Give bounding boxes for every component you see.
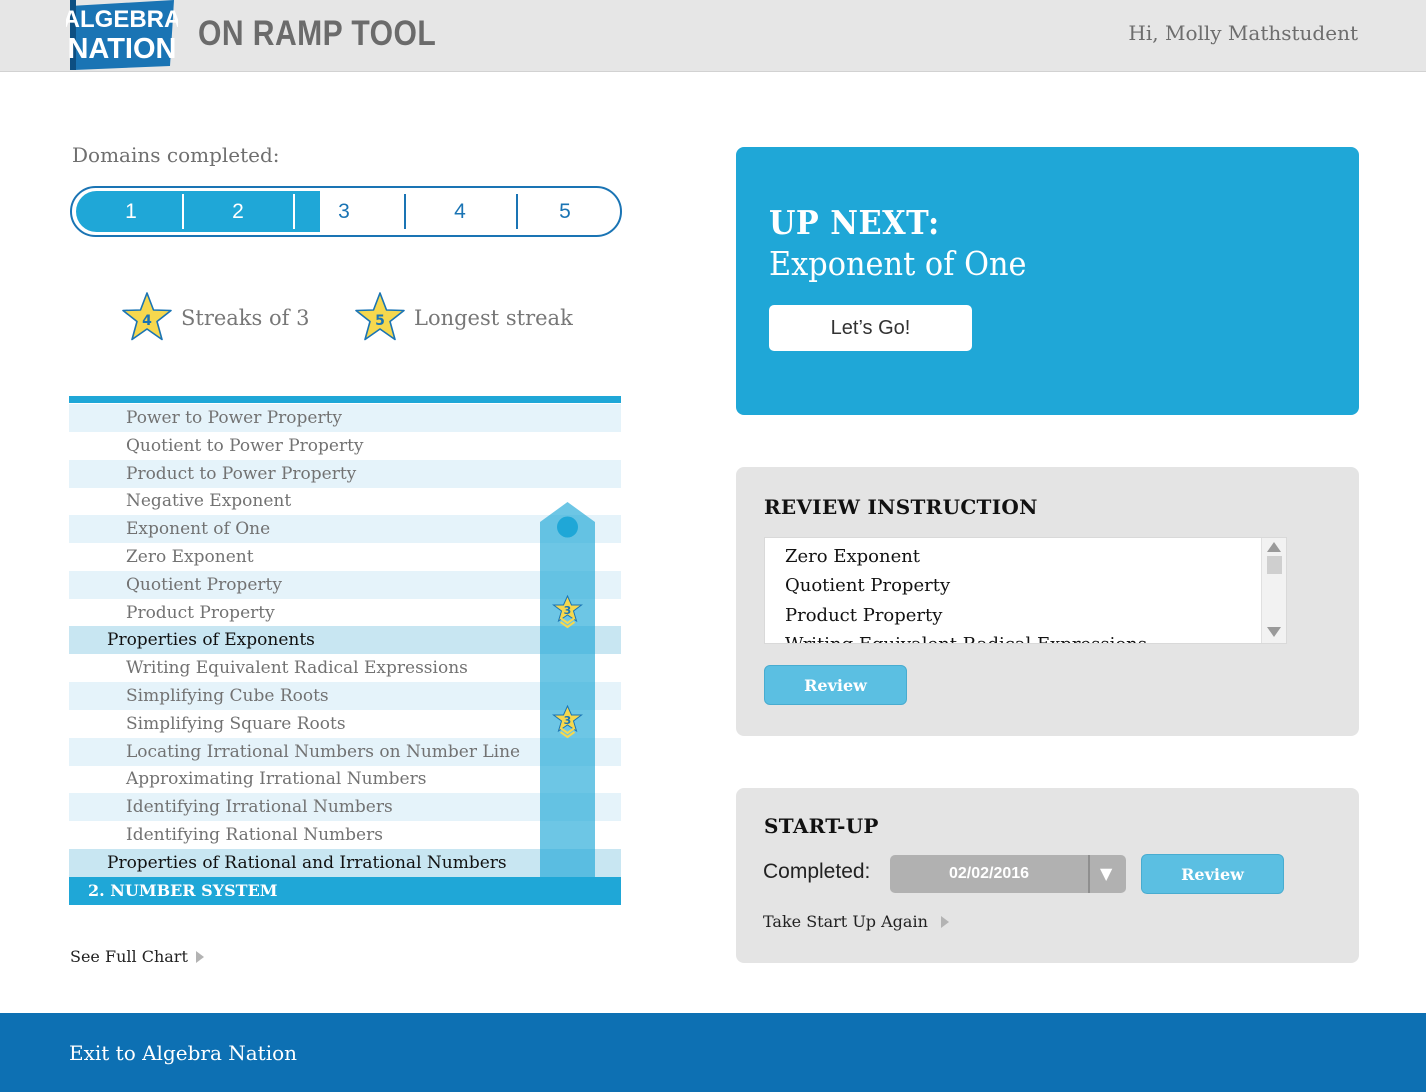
streaks-of-3: 4 Streaks of 3 [119, 290, 309, 346]
see-full-chart-label: See Full Chart [70, 947, 188, 966]
footer: Exit to Algebra Nation [0, 1013, 1426, 1092]
startup-review-button[interactable]: Review [1141, 854, 1284, 894]
scroll-thumb[interactable] [1267, 556, 1282, 574]
progress-tube: 3 3 [540, 502, 595, 877]
user-greeting: Hi, Molly Mathstudent [1128, 21, 1358, 45]
startup-title: START-UP [764, 814, 879, 838]
star-icon: 4 [122, 292, 172, 341]
chart-topic-row[interactable]: Quotient to Power Property [69, 432, 621, 460]
chart-topic-row[interactable]: Negative Exponent [69, 487, 621, 515]
svg-text:ALGEBRA: ALGEBRA [66, 6, 178, 33]
review-list-item[interactable]: Product Property [785, 605, 942, 626]
select-divider [1088, 855, 1090, 893]
svg-text:5: 5 [375, 313, 385, 329]
svg-text:NATION: NATION [67, 33, 176, 65]
take-startup-again-label: Take Start Up Again [763, 912, 928, 931]
take-startup-again-link[interactable]: Take Start Up Again [763, 912, 949, 931]
review-list-item[interactable]: Zero Exponent [785, 546, 920, 567]
domain-4[interactable]: 4 [405, 188, 515, 235]
up-next-label: UP NEXT: [769, 203, 940, 242]
caret-right-icon [940, 915, 949, 928]
app-header: ALGEBRA NATION ON RAMP TOOL Hi, Molly Ma… [0, 0, 1426, 72]
chart-section-row: Properties of Rational and Irrational Nu… [69, 848, 621, 877]
chevron-down-icon[interactable]: ▼ [1100, 864, 1112, 883]
scroll-down-arrow-icon[interactable] [1267, 627, 1281, 637]
current-position-dot-icon [557, 516, 578, 538]
caret-right-icon [195, 950, 204, 963]
domain-5[interactable]: 5 [510, 188, 620, 235]
review-list-item[interactable]: Quotient Property [785, 575, 950, 596]
svg-text:4: 4 [142, 313, 152, 329]
chart-topic-row[interactable]: Product Property [69, 599, 621, 627]
review-list[interactable]: Zero Exponent Quotient Property Product … [764, 537, 1287, 644]
longest-streak: 5 Longest streak [352, 290, 573, 346]
scroll-up-arrow-icon[interactable] [1267, 542, 1281, 552]
chart-topic-row[interactable]: Writing Equivalent Radical Expressions [69, 654, 621, 682]
review-instruction-title: REVIEW INSTRUCTION [764, 495, 1038, 519]
app-title: ON RAMP TOOL [198, 14, 437, 53]
chart-domain-row: 2. NUMBER SYSTEM [69, 876, 621, 905]
chart-topic-row[interactable]: Locating Irrational Numbers on Number Li… [69, 737, 621, 766]
completed-date-value: 02/02/2016 [948, 865, 1030, 882]
startup-panel: START-UP Completed: 02/02/2016 ▼ Review … [736, 788, 1359, 963]
domains-progress-bar: 1 2 3 4 5 [70, 186, 622, 237]
svg-text:3: 3 [564, 714, 572, 727]
chart-topic-row[interactable]: Identifying Rational Numbers [69, 821, 621, 849]
review-list-scrollbar[interactable] [1261, 538, 1286, 643]
review-instruction-panel: REVIEW INSTRUCTION Zero Exponent Quotien… [736, 467, 1359, 736]
lets-go-button[interactable]: Let’s Go! [769, 305, 972, 351]
chart-topic-row[interactable]: Exponent of One [69, 515, 621, 544]
up-next-card: UP NEXT: Exponent of One Let’s Go! [736, 147, 1359, 415]
algebra-nation-logo[interactable]: ALGEBRA NATION [66, 0, 178, 70]
domains-completed-label: Domains completed: [72, 143, 280, 167]
see-full-chart-link[interactable]: See Full Chart [70, 947, 204, 966]
streaks-of-3-label: Streaks of 3 [181, 306, 310, 330]
chart-top-border [69, 396, 621, 403]
domain-1[interactable]: 1 [76, 188, 186, 235]
chart-topic-row[interactable]: Approximating Irrational Numbers [69, 765, 621, 793]
chart-topic-row[interactable]: Product to Power Property [69, 459, 621, 488]
chart-topic-row[interactable]: Power to Power Property [69, 404, 621, 432]
chart-topic-row[interactable]: Simplifying Square Roots [69, 710, 621, 738]
chart-topic-row[interactable]: Zero Exponent [69, 543, 621, 571]
completed-label: Completed: [763, 860, 871, 883]
star-icon: 5 [355, 292, 405, 341]
completed-date-select[interactable]: 02/02/2016 ▼ [890, 855, 1126, 893]
progress-chart: Power to Power Property Quotient to Power… [69, 396, 621, 905]
review-instruction-button[interactable]: Review [764, 665, 907, 705]
svg-text:3: 3 [564, 604, 572, 617]
chart-topic-row[interactable]: Simplifying Cube Roots [69, 682, 621, 710]
up-next-title: Exponent of One [769, 244, 1027, 283]
exit-to-algebra-nation-link[interactable]: Exit to Algebra Nation [69, 1041, 297, 1065]
chart-topic-row[interactable]: Quotient Property [69, 570, 621, 599]
domain-3[interactable]: 3 [289, 188, 399, 235]
domain-2[interactable]: 2 [183, 188, 293, 235]
chart-section-row: Properties of Exponents [69, 626, 621, 655]
longest-streak-label: Longest streak [414, 306, 573, 330]
chart-topic-row[interactable]: Identifying Irrational Numbers [69, 793, 621, 822]
review-list-item[interactable]: Writing Equivalent Radical Expressions [785, 634, 1147, 643]
